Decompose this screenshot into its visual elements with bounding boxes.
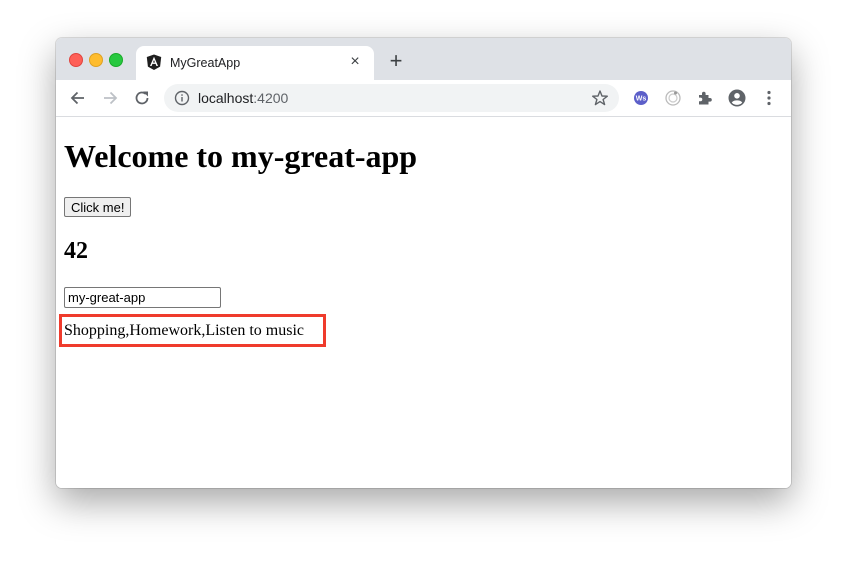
minimize-window-button[interactable] [89, 53, 103, 67]
close-window-button[interactable] [69, 53, 83, 67]
page-title: Welcome to my-great-app [64, 138, 418, 174]
angular-logo-icon [146, 54, 162, 70]
profile-avatar-icon[interactable] [727, 88, 747, 108]
items-list-text: Shopping,Homework,Listen to music [64, 322, 304, 339]
url-text: localhost:4200 [198, 90, 288, 106]
tab-title: MyGreatApp [170, 56, 241, 70]
browser-toolbar: localhost:4200 Ws [56, 80, 791, 117]
bookmark-star-icon[interactable] [591, 89, 609, 107]
info-icon[interactable] [174, 90, 190, 106]
new-tab-button[interactable]: + [386, 50, 406, 72]
maximize-window-button[interactable] [109, 53, 123, 67]
click-me-button[interactable]: Click me! [64, 197, 132, 217]
target-extension-icon[interactable] [663, 88, 683, 108]
puzzle-extensions-icon[interactable] [695, 88, 715, 108]
url-host: localhost [198, 90, 254, 106]
tab-bar: MyGreatApp × + [56, 38, 791, 80]
back-arrow-icon[interactable] [68, 88, 88, 108]
address-bar[interactable]: localhost:4200 [164, 84, 619, 112]
ws-extension-icon[interactable]: Ws [631, 88, 651, 108]
browser-window: MyGreatApp × + localhost:4200 Ws Welcome… [56, 38, 791, 488]
reload-icon[interactable] [132, 88, 152, 108]
counter-value: 42 [64, 238, 88, 264]
svg-text:Ws: Ws [636, 96, 647, 103]
app-name-input[interactable] [64, 287, 221, 308]
forward-arrow-icon[interactable] [100, 88, 120, 108]
tab-mygreatapp[interactable]: MyGreatApp × [136, 46, 374, 80]
more-menu-icon[interactable] [759, 88, 779, 108]
page-content: Welcome to my-great-app Click me! 42 Sho… [56, 117, 791, 488]
close-tab-icon[interactable]: × [346, 53, 364, 71]
url-port: :4200 [253, 90, 289, 106]
